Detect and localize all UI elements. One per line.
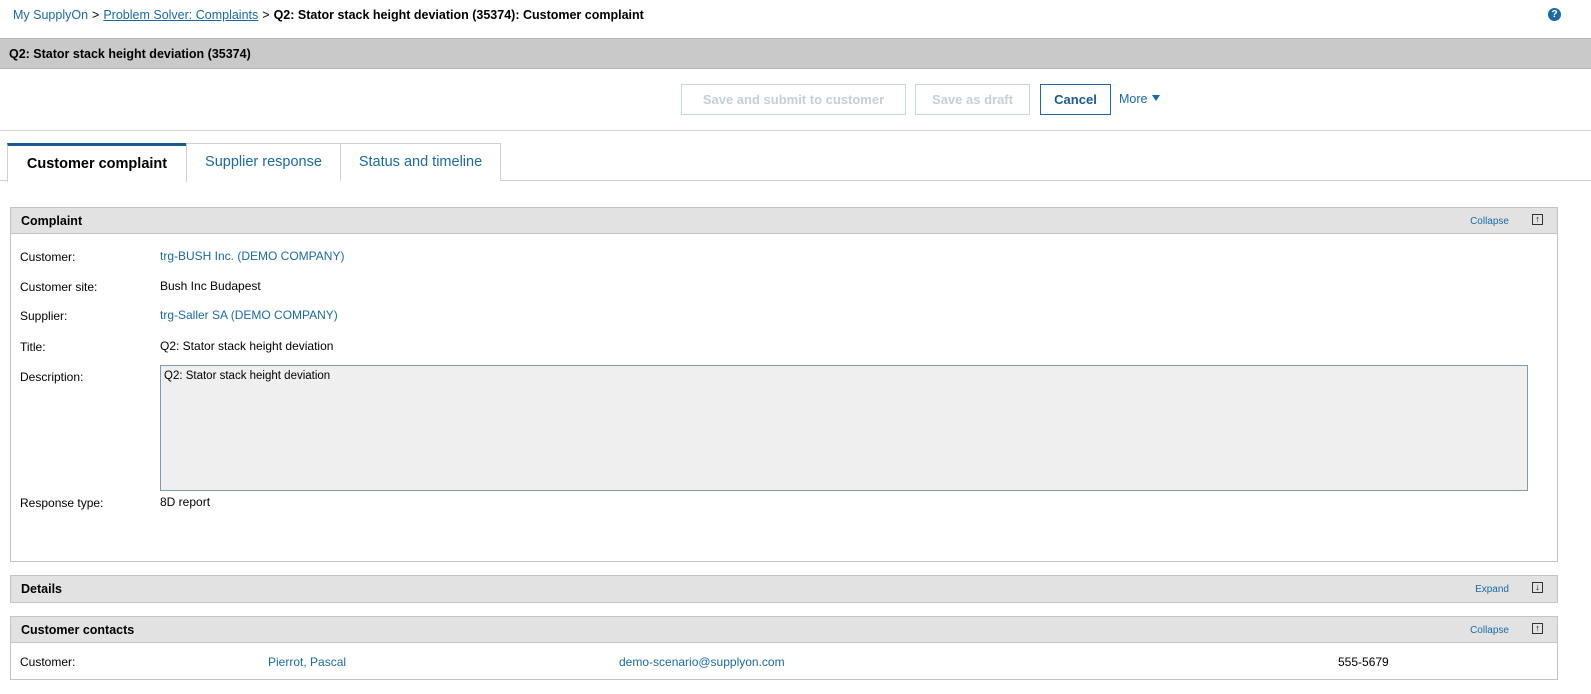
save-as-draft-button[interactable]: Save as draft bbox=[915, 84, 1030, 115]
description-field[interactable]: Q2: Stator stack height deviation bbox=[160, 365, 1528, 491]
tab-bar: Customer complaint Supplier response Sta… bbox=[0, 143, 1591, 182]
breadcrumb: My SupplyOn > Problem Solver: Complaints > Q… bbox=[13, 8, 644, 22]
breadcrumb-separator: > bbox=[92, 8, 100, 22]
collapse-icon[interactable]: ↑ bbox=[1532, 214, 1543, 225]
expand-icon[interactable]: ↓ bbox=[1532, 582, 1543, 593]
description-label: Description: bbox=[20, 370, 84, 384]
title-label: Title: bbox=[20, 340, 46, 354]
page-title: Q2: Stator stack height deviation (35374… bbox=[9, 47, 251, 61]
breadcrumb-home-link[interactable]: My SupplyOn bbox=[13, 8, 88, 22]
complaint-panel-title: Complaint bbox=[21, 214, 83, 228]
save-and-submit-button[interactable]: Save and submit to customer bbox=[681, 84, 906, 115]
help-icon[interactable]: ? bbox=[1548, 8, 1561, 21]
supplier-label: Supplier: bbox=[20, 309, 68, 323]
customer-site-label: Customer site: bbox=[20, 280, 98, 294]
contact-email-link[interactable]: demo-scenario@supplyon.com bbox=[619, 655, 785, 669]
more-label: More bbox=[1119, 92, 1148, 106]
tab-supplier-response[interactable]: Supplier response bbox=[186, 143, 341, 181]
details-expand-link[interactable]: Expand bbox=[1475, 584, 1509, 595]
breadcrumb-separator: > bbox=[262, 8, 270, 22]
customer-contacts-panel: Customer contacts Collapse ↑ Customer: P… bbox=[10, 616, 1558, 680]
page-title-bar: Q2: Stator stack height deviation (35374… bbox=[0, 38, 1591, 69]
customer-contacts-title: Customer contacts bbox=[21, 623, 135, 637]
tab-customer-complaint[interactable]: Customer complaint bbox=[7, 143, 187, 182]
customer-contacts-header: Customer contacts Collapse ↑ bbox=[11, 617, 1557, 643]
caret-down-icon bbox=[1152, 95, 1161, 101]
collapse-icon[interactable]: ↑ bbox=[1532, 623, 1543, 634]
breadcrumb-current: Q2: Stator stack height deviation (35374… bbox=[273, 8, 644, 22]
contact-name-link[interactable]: Pierrot, Pascal bbox=[268, 655, 346, 669]
tab-status-timeline[interactable]: Status and timeline bbox=[340, 143, 501, 181]
customer-link[interactable]: trg-BUSH Inc. (DEMO COMPANY) bbox=[160, 249, 344, 263]
response-type-value: 8D report bbox=[160, 495, 211, 509]
title-value: Q2: Stator stack height deviation bbox=[160, 339, 334, 353]
contact-role: Customer: bbox=[20, 655, 76, 669]
complaint-panel: Complaint Collapse ↑ Customer: trg-BUSH … bbox=[10, 207, 1558, 562]
complaint-collapse-link[interactable]: Collapse bbox=[1470, 216, 1509, 227]
breadcrumb-complaints-link[interactable]: Problem Solver: Complaints bbox=[103, 8, 258, 22]
toolbar: Save and submit to customer Save as draf… bbox=[0, 70, 1591, 131]
complaint-panel-header: Complaint Collapse ↑ bbox=[11, 208, 1557, 234]
details-panel-header: Details Expand ↓ bbox=[11, 576, 1557, 602]
details-panel-title: Details bbox=[21, 582, 62, 596]
cancel-button[interactable]: Cancel bbox=[1040, 84, 1111, 115]
customer-site-value: Bush Inc Budapest bbox=[160, 279, 261, 293]
more-menu-button[interactable]: More bbox=[1119, 92, 1161, 106]
contact-phone: 555-5679 bbox=[1338, 655, 1389, 669]
response-type-label: Response type: bbox=[20, 496, 104, 510]
details-panel: Details Expand ↓ bbox=[10, 575, 1558, 603]
customer-label: Customer: bbox=[20, 250, 76, 264]
supplier-link[interactable]: trg-Saller SA (DEMO COMPANY) bbox=[160, 308, 338, 322]
contacts-collapse-link[interactable]: Collapse bbox=[1470, 625, 1509, 636]
